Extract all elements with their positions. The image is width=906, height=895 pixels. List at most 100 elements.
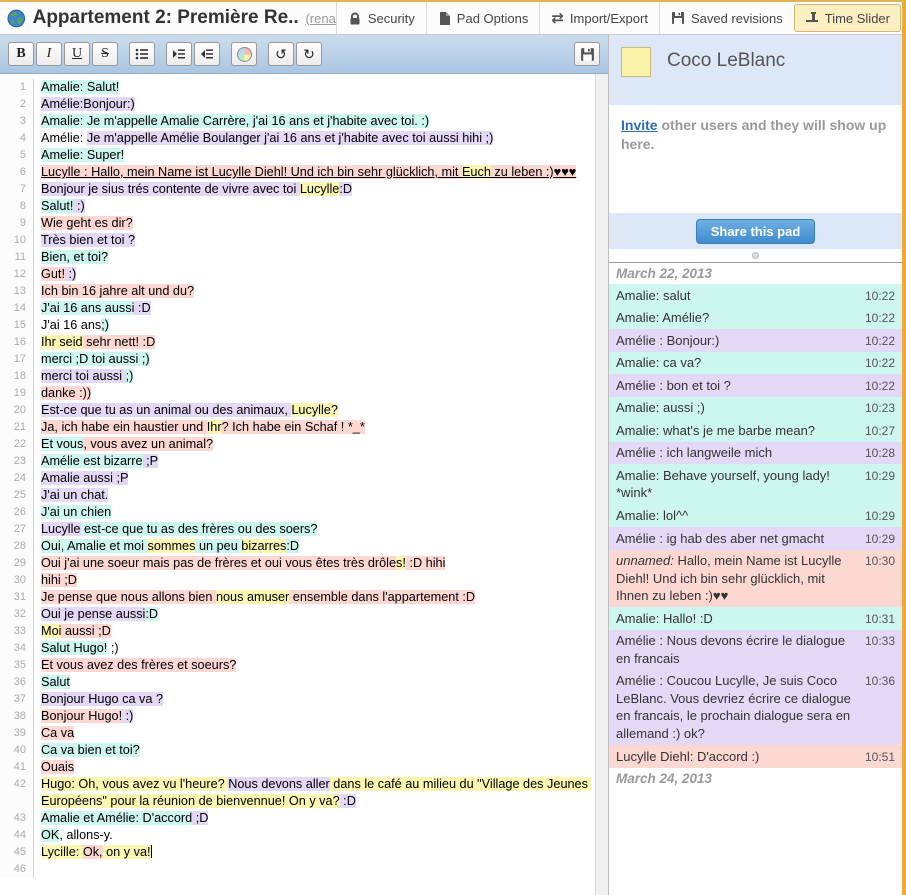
chat-resize-handle[interactable] xyxy=(609,249,902,262)
editor-line[interactable]: 2Amélie:Bonjour:) xyxy=(0,96,595,113)
editor-line[interactable]: 1Amalie: Salut! xyxy=(0,79,595,96)
bold-button[interactable]: B xyxy=(8,42,34,66)
editor-line[interactable]: 30hihi ;D xyxy=(0,572,595,589)
redo-button[interactable]: ↻ xyxy=(296,42,322,66)
save-revision-button[interactable] xyxy=(574,42,600,66)
line-text[interactable]: Et vous avez des frères et soeurs? xyxy=(34,657,595,674)
time-slider-button[interactable]: Time Slider xyxy=(794,4,901,32)
indent-button[interactable] xyxy=(166,42,192,66)
editor-line[interactable]: 42Hugo: Oh, vous avez vu l'heure? Nous d… xyxy=(0,776,595,810)
editor-line[interactable]: 23Amélie est bizarre ;P xyxy=(0,453,595,470)
line-text[interactable]: Amélie: Je m'appelle Amélie Boulanger j'… xyxy=(34,130,595,147)
line-text[interactable]: Moi aussi ;D xyxy=(34,623,595,640)
editor-line[interactable]: 4Amélie: Je m'appelle Amélie Boulanger j… xyxy=(0,130,595,147)
line-text[interactable]: Amalie: Salut! xyxy=(34,79,595,96)
line-text[interactable]: danke :)) xyxy=(34,385,595,402)
editor-line[interactable]: 16Ihr seid sehr nett! :D xyxy=(0,334,595,351)
line-text[interactable]: Ca va xyxy=(34,725,595,742)
editor-line[interactable]: 40Ca va bien et toi? xyxy=(0,742,595,759)
strikethrough-button[interactable]: S xyxy=(92,42,118,66)
user-name[interactable]: Coco LeBlanc xyxy=(667,47,785,72)
line-text[interactable]: Wie geht es dir? xyxy=(34,215,595,232)
editor-line[interactable]: 33Moi aussi ;D xyxy=(0,623,595,640)
editor-line[interactable]: 36Salut xyxy=(0,674,595,691)
line-text[interactable]: Bien, et toi? xyxy=(34,249,595,266)
underline-button[interactable]: U xyxy=(64,42,90,66)
italic-button[interactable]: I xyxy=(36,42,62,66)
editor-line[interactable]: 27Lucylle est-ce que tu as des frères ou… xyxy=(0,521,595,538)
line-text[interactable]: Je pense que nous allons bien nous amuse… xyxy=(34,589,595,606)
line-text[interactable]: Salut Hugo! ;) xyxy=(34,640,595,657)
editor-line[interactable]: 22Et vous, vous avez un animal? xyxy=(0,436,595,453)
editor-line[interactable]: 26J'ai un chien xyxy=(0,504,595,521)
editor-line[interactable]: 12Gut! :) xyxy=(0,266,595,283)
line-text[interactable]: merci toi aussi ;) xyxy=(34,368,595,385)
line-text[interactable]: J'ai un chien xyxy=(34,504,595,521)
line-text[interactable]: Ihr seid sehr nett! :D xyxy=(34,334,595,351)
security-button[interactable]: Security xyxy=(336,2,426,34)
line-text[interactable]: Lucylle : Hallo, mein Name ist Lucylle D… xyxy=(34,164,595,181)
editor-line[interactable]: 7Bonjour je sius trés contente de vivre … xyxy=(0,181,595,198)
editor-line[interactable]: 31Je pense que nous allons bien nous amu… xyxy=(0,589,595,606)
rename-link[interactable]: (rena xyxy=(305,11,335,26)
line-text[interactable]: Ich bin 16 jahre alt und du? xyxy=(34,283,595,300)
line-text[interactable]: Amélie est bizarre ;P xyxy=(34,453,595,470)
line-text[interactable]: OK, allons-y. xyxy=(34,827,595,844)
editor-line[interactable]: 37Bonjour Hugo ca va ? xyxy=(0,691,595,708)
line-text[interactable]: Lucylle est-ce que tu as des frères ou d… xyxy=(34,521,595,538)
line-text[interactable]: Est-ce que tu as un animal ou des animau… xyxy=(34,402,595,419)
editor-line[interactable]: 32Oui je pense aussi:D xyxy=(0,606,595,623)
editor-line[interactable]: 18merci toi aussi ;) xyxy=(0,368,595,385)
editor-line[interactable]: 28Oui, Amalie et moi sommes un peu bizar… xyxy=(0,538,595,555)
editor-line[interactable]: 25J'ai un chat. xyxy=(0,487,595,504)
editor-line[interactable]: 39Ca va xyxy=(0,725,595,742)
line-text[interactable]: Ca va bien et toi? xyxy=(34,742,595,759)
undo-button[interactable]: ↺ xyxy=(268,42,294,66)
line-text[interactable] xyxy=(34,861,595,878)
editor-line[interactable]: 13Ich bin 16 jahre alt und du? xyxy=(0,283,595,300)
outdent-button[interactable] xyxy=(194,42,220,66)
line-text[interactable]: Oui j'ai une soeur mais pas de frères et… xyxy=(34,555,595,572)
line-text[interactable]: Amelie: Super! xyxy=(34,147,595,164)
editor-line[interactable]: 10Très bien et toi ? xyxy=(0,232,595,249)
editor-line[interactable]: 24Amalie aussi ;P xyxy=(0,470,595,487)
editor-line[interactable]: 17merci ;D toi aussi ;) xyxy=(0,351,595,368)
line-text[interactable]: hihi ;D xyxy=(34,572,595,589)
editor-line[interactable]: 3Amalie: Je m'appelle Amalie Carrère, j'… xyxy=(0,113,595,130)
line-text[interactable]: Amalie: Je m'appelle Amalie Carrère, j'a… xyxy=(34,113,595,130)
editor-line[interactable]: 8Salut! :) xyxy=(0,198,595,215)
line-text[interactable]: Ouais xyxy=(34,759,595,776)
line-text[interactable]: Ja, ich habe ein haustier und Ihr? Ich h… xyxy=(34,419,595,436)
editor-line[interactable]: 38Bonjour Hugo! :) xyxy=(0,708,595,725)
pad-options-button[interactable]: Pad Options xyxy=(426,2,540,34)
editor-line[interactable]: 20Est-ce que tu as un animal ou des anim… xyxy=(0,402,595,419)
line-text[interactable]: Amalie et Amélie: D'accord ;D xyxy=(34,810,595,827)
invite-link[interactable]: Invite xyxy=(621,117,658,133)
import-export-button[interactable]: ⇄ Import/Export xyxy=(539,2,659,34)
editor-line[interactable]: 11Bien, et toi? xyxy=(0,249,595,266)
editor-line[interactable]: 34Salut Hugo! ;) xyxy=(0,640,595,657)
line-text[interactable]: Salut xyxy=(34,674,595,691)
editor-scrollbar[interactable] xyxy=(595,74,608,895)
editor-line[interactable]: 21Ja, ich habe ein haustier und Ihr? Ich… xyxy=(0,419,595,436)
editor[interactable]: 1Amalie: Salut!2Amélie:Bonjour:)3Amalie:… xyxy=(0,74,608,895)
line-text[interactable]: Très bien et toi ? xyxy=(34,232,595,249)
editor-lines[interactable]: 1Amalie: Salut!2Amélie:Bonjour:)3Amalie:… xyxy=(0,74,595,895)
editor-line[interactable]: 5Amelie: Super! xyxy=(0,147,595,164)
editor-line[interactable]: 41Ouais xyxy=(0,759,595,776)
line-text[interactable]: Lycille: Ok, on y va! xyxy=(34,844,595,861)
user-color-swatch[interactable] xyxy=(621,47,651,77)
editor-line[interactable]: 46 xyxy=(0,861,595,878)
editor-line[interactable]: 19danke :)) xyxy=(0,385,595,402)
editor-line[interactable]: 29Oui j'ai une soeur mais pas de frères … xyxy=(0,555,595,572)
line-text[interactable]: Bonjour je sius trés contente de vivre a… xyxy=(34,181,595,198)
clear-authorship-button[interactable] xyxy=(231,42,257,66)
editor-line[interactable]: 43Amalie et Amélie: D'accord ;D xyxy=(0,810,595,827)
share-pad-button[interactable]: Share this pad xyxy=(696,219,816,244)
line-text[interactable]: Et vous, vous avez un animal? xyxy=(34,436,595,453)
editor-line[interactable]: 9Wie geht es dir? xyxy=(0,215,595,232)
editor-line[interactable]: 44OK, allons-y. xyxy=(0,827,595,844)
line-text[interactable]: J'ai un chat. xyxy=(34,487,595,504)
line-text[interactable]: Amalie aussi ;P xyxy=(34,470,595,487)
line-text[interactable]: merci ;D toi aussi ;) xyxy=(34,351,595,368)
